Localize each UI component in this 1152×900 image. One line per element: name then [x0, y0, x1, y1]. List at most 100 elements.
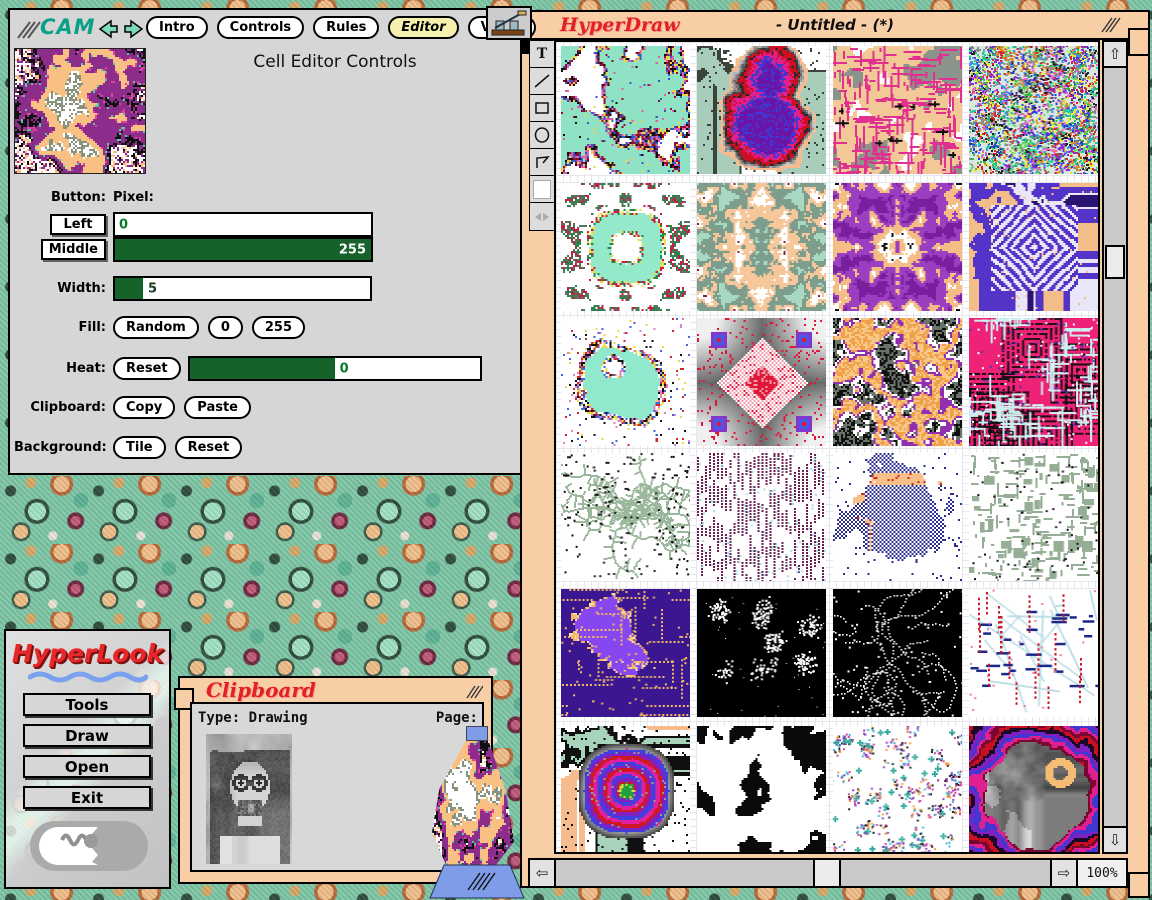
resize-grip-icon[interactable] [1100, 16, 1122, 34]
hyperlook-panel: HyperLook ToolsDrawOpenExit [4, 629, 171, 889]
slider-value: 0 [340, 361, 349, 376]
fill-buttons-random[interactable]: Random [113, 316, 199, 339]
button-pixel-header: Button: Pixel: [14, 190, 154, 205]
middle-button-row: Middle 255 [14, 237, 373, 262]
scroll-left-icon[interactable]: ⇦ [530, 860, 556, 886]
pattern-thumbnail-squiggle-field[interactable] [833, 589, 962, 717]
scroll-right-icon[interactable]: ⇨ [1050, 860, 1076, 886]
pattern-thumbnail-indigo-diamond-ripples[interactable] [969, 183, 1098, 311]
cam-nav-controls[interactable]: Controls [217, 16, 304, 39]
tool-width-arrows-icon[interactable] [530, 203, 554, 230]
pattern-thumbnail-plum-streaks[interactable] [697, 453, 826, 581]
pattern-thumbnail-dendrite-growth[interactable] [561, 453, 690, 581]
zoom-level: 100% [1076, 860, 1126, 886]
left-mouse-button[interactable]: Left [50, 214, 106, 235]
width-label: Width: [14, 281, 106, 296]
panel-title: Cell Editor Controls [170, 52, 500, 72]
tool-text-icon[interactable]: T [530, 41, 554, 68]
width-slider[interactable]: 5 [113, 276, 372, 301]
pattern-thumbnail-radial-mandala[interactable] [561, 726, 690, 854]
tool-oval-icon[interactable] [530, 122, 554, 149]
clipboard-title: Clipboard [206, 678, 316, 702]
tool-polyline-icon[interactable] [530, 149, 554, 176]
clipboard-label: Clipboard: [14, 400, 106, 415]
hyperdraw-resize-corner[interactable] [1128, 872, 1150, 898]
hyperdraw-window: HyperDraw - Untitled - (*) T ⇧ ⇩ ⇦ ⇨ [520, 10, 1150, 888]
hyperdraw-doc-title: - Untitled - (*) [522, 16, 1148, 34]
pattern-thumbnail-sage-fragments[interactable] [969, 453, 1098, 581]
cam-window: CAM IntroControlsRulesEditorViews Cell E… [8, 8, 522, 475]
pattern-thumbnail-confetti-specks[interactable] [833, 726, 962, 854]
tool-line-icon[interactable] [530, 68, 554, 95]
heat-buttons-reset[interactable]: Reset [113, 357, 181, 380]
cell-editor-preview[interactable] [14, 48, 146, 174]
drawing-toolbar: T [529, 40, 557, 231]
cam-nav: IntroControlsRulesEditorViews [146, 16, 536, 39]
clipboard-photo [206, 734, 292, 864]
desktop: HyperDraw - Untitled - (*) T ⇧ ⇩ ⇦ ⇨ [0, 0, 1152, 900]
horizontal-scroll-track[interactable] [556, 860, 1050, 886]
prev-next-arrows[interactable] [96, 18, 146, 40]
pattern-thumbnail-bean-rings[interactable] [697, 46, 826, 174]
heat-slider[interactable]: 0 [188, 356, 482, 381]
clipboard-buttons: Copy Paste [113, 396, 251, 419]
drawing-canvas[interactable] [554, 40, 1100, 854]
cam-nav-intro[interactable]: Intro [146, 16, 208, 39]
resize-grip-icon[interactable] [465, 684, 483, 700]
pattern-thumbnail-red-diamond-kaleidoscope[interactable] [697, 318, 826, 446]
toggle-switch[interactable] [28, 817, 150, 875]
pattern-thumbnail-indigo-checker-blob[interactable] [833, 453, 962, 581]
wave-underline-icon [28, 671, 148, 683]
background-buttons-reset[interactable]: Reset [175, 436, 243, 459]
clipboard-buttons-copy[interactable]: Copy [113, 396, 175, 419]
slider-value: 0 [119, 217, 128, 232]
pattern-thumbnail-magenta-step-maze[interactable] [969, 318, 1098, 446]
pattern-thumbnail-thread-web[interactable] [969, 589, 1098, 717]
drag-ghost-base [426, 864, 528, 900]
pattern-thumbnail-violet-blob-circuit[interactable] [561, 589, 690, 717]
pattern-thumbnail-peach-worms[interactable] [833, 318, 962, 446]
slider-value: 255 [339, 242, 366, 257]
tool-rectangle-icon[interactable] [530, 95, 554, 122]
hyperdraw-titlebar[interactable]: HyperDraw - Untitled - (*) [522, 12, 1148, 40]
fill-buttons-0[interactable]: 0 [208, 316, 243, 339]
clipboard-type: Type: Drawing [198, 710, 308, 726]
pattern-thumbnail-mint-blob[interactable] [561, 318, 690, 446]
scroll-down-icon[interactable]: ⇩ [1104, 826, 1126, 852]
pattern-thumbnail-lava-crater[interactable] [969, 726, 1098, 854]
vertical-scroll-thumb[interactable] [1105, 245, 1125, 279]
middle-mouse-button[interactable]: Middle [41, 239, 106, 260]
pattern-thumbnail-sage-kaleidoscope[interactable] [697, 183, 826, 311]
hyperlook-draw-button[interactable]: Draw [23, 724, 151, 747]
slider-fill [115, 278, 143, 299]
background-buttons-tile[interactable]: Tile [113, 436, 166, 459]
left-pixel-slider[interactable]: 0 [113, 212, 373, 237]
fill-buttons: Random 0 255 [113, 316, 305, 339]
hyperlook-open-button[interactable]: Open [23, 755, 151, 778]
horizontal-scrollbar[interactable]: ⇦ ⇨ 100% [528, 858, 1128, 888]
pattern-thumbnail-mint-square-kaleidoscope[interactable] [561, 183, 690, 311]
fill-buttons-255[interactable]: 255 [252, 316, 305, 339]
pattern-thumbnail-pink-maze[interactable] [833, 46, 962, 174]
hyperlook-tools-button[interactable]: Tools [23, 693, 151, 716]
pattern-thumbnail-bw-camouflage[interactable] [697, 726, 826, 854]
cam-nav-editor[interactable]: Editor [388, 16, 458, 39]
middle-pixel-slider[interactable]: 255 [113, 237, 373, 262]
clipboard-buttons-paste[interactable]: Paste [184, 396, 251, 419]
clipboard-page: Page: [436, 710, 478, 726]
background-label: Background: [14, 440, 106, 455]
tool-swatch-icon[interactable] [530, 176, 554, 203]
pattern-thumbnail-dot-clusters[interactable] [697, 589, 826, 717]
window-menu-icon[interactable] [16, 20, 42, 40]
scroll-up-icon[interactable]: ⇧ [1104, 42, 1126, 68]
horizontal-scroll-thumb[interactable] [813, 860, 841, 886]
background-row: Background: Tile Reset [14, 436, 242, 459]
toolstrip-tab[interactable] [522, 40, 529, 54]
pattern-thumbnail-mottled-coral[interactable] [561, 46, 690, 174]
cam-nav-rules[interactable]: Rules [313, 16, 379, 39]
hyperlook-exit-button[interactable]: Exit [23, 786, 151, 809]
pattern-thumbnail-purple-ornament-kaleidoscope[interactable] [833, 183, 962, 311]
vertical-scrollbar[interactable]: ⇧ ⇩ [1102, 40, 1128, 854]
cam-machine-icon[interactable] [486, 6, 532, 40]
pattern-thumbnail-confetti-blobs[interactable] [969, 46, 1098, 174]
